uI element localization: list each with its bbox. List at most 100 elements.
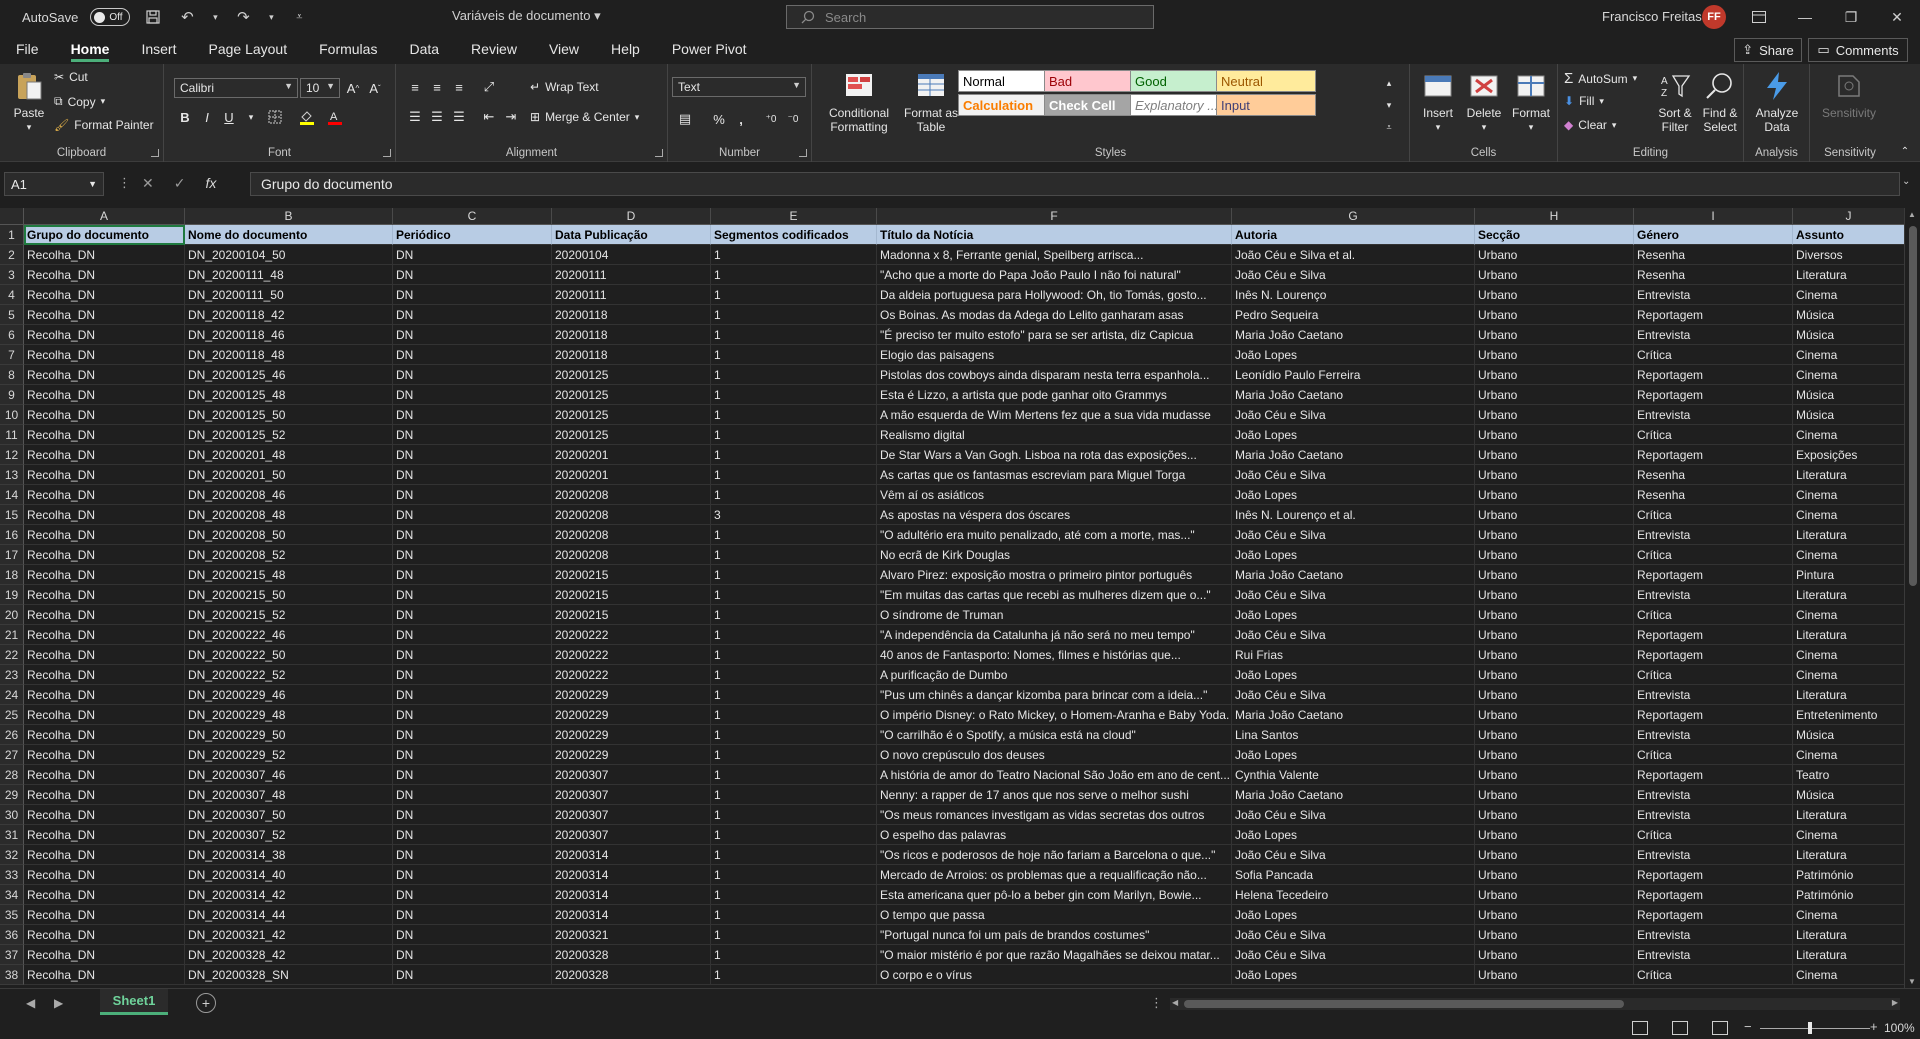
row-header[interactable]: 3 xyxy=(0,265,24,285)
cell[interactable]: DN_20200125_50 xyxy=(185,405,393,425)
row-header[interactable]: 8 xyxy=(0,365,24,385)
dialog-launcher-icon[interactable] xyxy=(655,149,663,157)
cell[interactable]: DN_20200215_48 xyxy=(185,565,393,585)
cell[interactable]: Resenha xyxy=(1634,265,1793,285)
cell[interactable]: Recolha_DN xyxy=(24,385,185,405)
cell[interactable]: Urbano xyxy=(1475,965,1634,985)
cell[interactable]: 20200125 xyxy=(552,365,711,385)
cell[interactable]: DN xyxy=(393,865,552,885)
cell[interactable]: Urbano xyxy=(1475,365,1634,385)
align-top-icon[interactable]: ≡ xyxy=(404,76,426,98)
row-header[interactable]: 11 xyxy=(0,425,24,445)
cell[interactable]: 20200208 xyxy=(552,505,711,525)
cell[interactable]: 20200201 xyxy=(552,445,711,465)
cell[interactable]: DN xyxy=(393,305,552,325)
cell[interactable]: Recolha_DN xyxy=(24,325,185,345)
cell[interactable]: Vêm aí os asiáticos xyxy=(877,485,1232,505)
row-header[interactable]: 29 xyxy=(0,785,24,805)
cell[interactable]: Recolha_DN xyxy=(24,345,185,365)
cell[interactable]: DN_20200208_50 xyxy=(185,525,393,545)
cell[interactable]: 1 xyxy=(711,545,877,565)
cell[interactable]: "Pus um chinês a dançar kizomba para bri… xyxy=(877,685,1232,705)
fill-button[interactable]: ⬇ Fill ▾ xyxy=(1564,94,1604,108)
cell[interactable]: DN_20200314_40 xyxy=(185,865,393,885)
comments-button[interactable]: ▭ Comments xyxy=(1808,38,1908,62)
cell[interactable]: DN_20200229_52 xyxy=(185,745,393,765)
cell[interactable]: Crítica xyxy=(1634,505,1793,525)
cell-style-normal[interactable]: Normal xyxy=(958,70,1058,92)
cell[interactable]: Entrevista xyxy=(1634,845,1793,865)
cell[interactable]: João Lopes xyxy=(1232,345,1475,365)
cell[interactable]: 1 xyxy=(711,345,877,365)
cell[interactable]: 1 xyxy=(711,665,877,685)
cell[interactable]: Urbano xyxy=(1475,845,1634,865)
cell[interactable]: Recolha_DN xyxy=(24,425,185,445)
cell[interactable]: 20200222 xyxy=(552,645,711,665)
cell[interactable]: 1 xyxy=(711,325,877,345)
align-bottom-icon[interactable]: ≡ xyxy=(448,76,470,98)
orientation-icon[interactable]: ⤢ xyxy=(478,76,500,98)
row-header[interactable]: 33 xyxy=(0,865,24,885)
autosave-toggle[interactable]: Off xyxy=(90,8,131,26)
cell[interactable]: Música xyxy=(1793,305,1904,325)
cell[interactable]: Crítica xyxy=(1634,665,1793,685)
cell[interactable]: DN xyxy=(393,585,552,605)
redo-dropdown-icon[interactable]: ▾ xyxy=(266,6,276,28)
align-left-icon[interactable]: ☰ xyxy=(404,106,426,128)
cell[interactable]: Urbano xyxy=(1475,885,1634,905)
cell[interactable]: Reportagem xyxy=(1634,705,1793,725)
cell[interactable]: Crítica xyxy=(1634,345,1793,365)
decrease-decimal-icon[interactable]: ⁻0 xyxy=(782,108,804,130)
column-title-cell[interactable]: Segmentos codificados xyxy=(711,225,877,245)
row-header[interactable]: 6 xyxy=(0,325,24,345)
cell[interactable]: DN xyxy=(393,345,552,365)
cell[interactable]: Reportagem xyxy=(1634,905,1793,925)
row-header[interactable]: 23 xyxy=(0,665,24,685)
cell[interactable]: DN_20200208_46 xyxy=(185,485,393,505)
cell[interactable]: 20200229 xyxy=(552,725,711,745)
cell[interactable]: 1 xyxy=(711,465,877,485)
column-title-cell[interactable]: Nome do documento xyxy=(185,225,393,245)
cell[interactable]: DN xyxy=(393,765,552,785)
cell[interactable]: Realismo digital xyxy=(877,425,1232,445)
cell-style-input[interactable]: Input xyxy=(1216,94,1316,116)
cell[interactable]: DN xyxy=(393,605,552,625)
cell[interactable]: Reportagem xyxy=(1634,385,1793,405)
cell[interactable]: De Star Wars a Van Gogh. Lisboa na rota … xyxy=(877,445,1232,465)
cell[interactable]: 1 xyxy=(711,945,877,965)
paste-button[interactable]: Paste ▾ xyxy=(8,70,50,134)
cell[interactable]: 1 xyxy=(711,905,877,925)
more-options-icon[interactable]: ⋮ xyxy=(118,175,131,191)
cell[interactable]: João Céu e Silva xyxy=(1232,265,1475,285)
cell[interactable]: Literatura xyxy=(1793,945,1904,965)
cell[interactable]: João Céu e Silva xyxy=(1232,465,1475,485)
cell[interactable]: Cinema xyxy=(1793,545,1904,565)
cell[interactable]: Entrevista xyxy=(1634,405,1793,425)
cell[interactable]: Reportagem xyxy=(1634,865,1793,885)
cell[interactable]: 20200229 xyxy=(552,705,711,725)
cell[interactable]: 1 xyxy=(711,565,877,585)
cell[interactable]: Cinema xyxy=(1793,745,1904,765)
underline-button[interactable]: U xyxy=(218,106,240,128)
cell[interactable]: Reportagem xyxy=(1634,645,1793,665)
cell[interactable]: Crítica xyxy=(1634,425,1793,445)
cell[interactable]: 20200125 xyxy=(552,425,711,445)
row-header[interactable]: 5 xyxy=(0,305,24,325)
cell[interactable]: 20200125 xyxy=(552,385,711,405)
cell[interactable]: Urbano xyxy=(1475,505,1634,525)
cell[interactable]: DN_20200111_48 xyxy=(185,265,393,285)
cell[interactable]: DN xyxy=(393,925,552,945)
delete-cells-button[interactable]: Delete ▾ xyxy=(1462,70,1506,134)
cell[interactable]: Urbano xyxy=(1475,825,1634,845)
cell[interactable]: "O maior mistério é por que razão Magalh… xyxy=(877,945,1232,965)
cell[interactable]: Entrevista xyxy=(1634,805,1793,825)
copy-button[interactable]: ⧉ Copy ▾ xyxy=(54,94,105,109)
cell[interactable]: Recolha_DN xyxy=(24,445,185,465)
cell[interactable]: Urbano xyxy=(1475,785,1634,805)
format-cells-button[interactable]: Format ▾ xyxy=(1508,70,1554,134)
cell-style-good[interactable]: Good xyxy=(1130,70,1230,92)
row-header[interactable]: 20 xyxy=(0,605,24,625)
cell[interactable]: 1 xyxy=(711,385,877,405)
cell[interactable]: Resenha xyxy=(1634,465,1793,485)
normal-view-icon[interactable] xyxy=(1632,1021,1648,1035)
